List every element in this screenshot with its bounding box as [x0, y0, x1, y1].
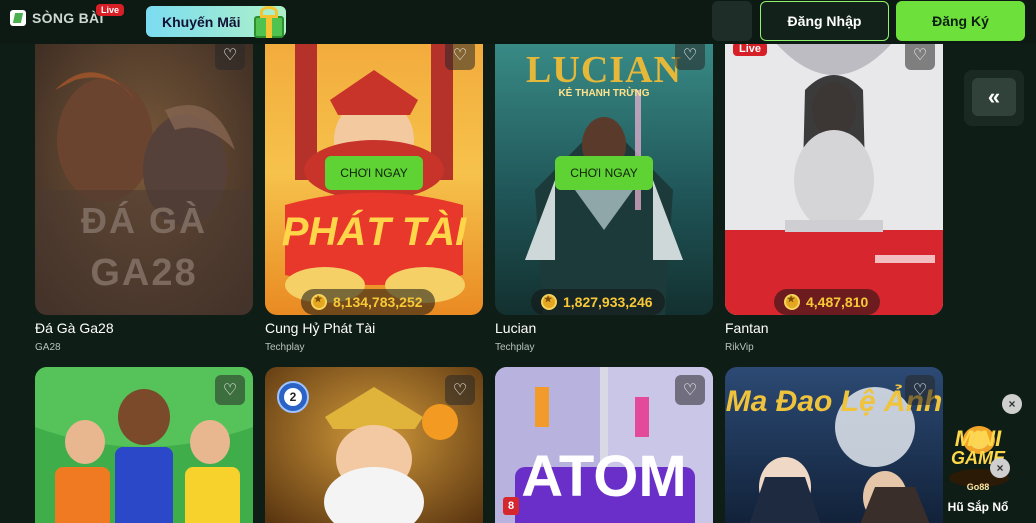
play-now-button[interactable]: CHƠI NGAY [325, 156, 423, 190]
mini-brand: Go88 [966, 482, 990, 492]
top-header: SÒNG BÀI Live Khuyến Mãi Đăng Nhập Đăng … [0, 0, 1036, 44]
gift-icon [250, 2, 288, 38]
favorite-heart-icon[interactable]: ♡ [905, 40, 935, 70]
number-tag: 8 [503, 497, 519, 515]
jackpot-value: 1,827,933,246 [563, 294, 653, 310]
live-tag: Live [733, 42, 768, 56]
game-provider: GA28 [35, 342, 61, 353]
favorite-heart-icon[interactable]: ♡ [675, 375, 705, 405]
thumb-subtitle: KẺ THANH TRỪNG [558, 88, 650, 99]
game-title[interactable]: Đá Gà Ga28 [35, 320, 114, 336]
thumb-title: ATOM [521, 444, 687, 509]
jackpot-badge: 8,134,783,252 [301, 289, 435, 315]
coin-icon [541, 294, 557, 310]
promotion-label: Khuyến Mãi [162, 13, 241, 30]
jackpot-value: 4,487,810 [806, 294, 869, 310]
game-card-da-ga[interactable]: ĐÁ GÀ GA28 ♡ [35, 30, 253, 315]
game-card-atom[interactable]: ATOM 8 ♡ [495, 367, 713, 523]
ball-number: 2 [284, 388, 302, 406]
mini-logo-bottom: GAME [951, 448, 1005, 468]
jackpot-badge: 1,827,933,246 [531, 289, 665, 315]
play-now-button[interactable]: CHƠI NGAY [555, 156, 653, 190]
game-title[interactable]: Lucian [495, 320, 536, 336]
logo-icon [10, 10, 26, 26]
register-button[interactable]: Đăng Ký [896, 1, 1025, 41]
jackpot-badge: 4,487,810 [774, 289, 881, 315]
game-card-god-of-wealth[interactable]: 2 ♡ [265, 367, 483, 523]
game-card-lucian[interactable]: LUCIAN KẺ THANH TRỪNG ♡ CHƠI NGAY 1,827,… [495, 30, 713, 315]
coin-icon [311, 294, 327, 310]
close-icon[interactable]: × [1002, 394, 1022, 414]
thumb-title-top: ĐÁ GÀ [81, 200, 207, 241]
favorite-heart-icon[interactable]: ♡ [675, 40, 705, 70]
jackpot-value: 8,134,783,252 [333, 294, 423, 310]
game-title[interactable]: Cung Hỷ Phát Tài [265, 320, 375, 336]
logo-text: SÒNG BÀI [32, 10, 104, 26]
live-badge: Live [96, 4, 125, 16]
mini-game-widget[interactable]: × MINI GAME Go88 × Hũ Sắp Nổ [928, 394, 1028, 523]
game-provider: Techplay [495, 342, 535, 353]
favorite-heart-icon[interactable]: ♡ [445, 40, 475, 70]
lottery-ball-icon: 2 [277, 381, 309, 413]
menu-square-button[interactable] [712, 1, 752, 41]
game-provider: Techplay [265, 342, 305, 353]
favorite-heart-icon[interactable]: ♡ [215, 375, 245, 405]
logo[interactable]: SÒNG BÀI Live [10, 4, 125, 26]
close-icon[interactable]: × [990, 458, 1010, 478]
favorite-heart-icon[interactable]: ♡ [445, 375, 475, 405]
thumb-title: PHÁT TÀI [281, 210, 467, 254]
game-card-football[interactable]: ♡ [35, 367, 253, 523]
game-card-fantan[interactable]: Live ♡ 4,487,810 [725, 30, 943, 315]
game-thumbnail [725, 30, 943, 315]
collapse-panel-button[interactable]: « [964, 70, 1024, 126]
thumb-title-bottom: GA28 [90, 252, 198, 294]
coin-icon [784, 294, 800, 310]
game-card-ma-dao-le-anh[interactable]: Ma Đao Lệ Ảnh ♡ [725, 367, 943, 523]
login-button[interactable]: Đăng Nhập [760, 1, 889, 41]
game-provider: RikVip [725, 342, 754, 353]
game-card-cung-hy-phat-tai[interactable]: PHÁT TÀI ♡ CHƠI NGAY 8,134,783,252 [265, 30, 483, 315]
double-chevron-left-icon: « [972, 78, 1016, 116]
favorite-heart-icon[interactable]: ♡ [215, 40, 245, 70]
game-title[interactable]: Fantan [725, 320, 769, 336]
mini-game-label: Hũ Sắp Nổ [947, 500, 1009, 514]
